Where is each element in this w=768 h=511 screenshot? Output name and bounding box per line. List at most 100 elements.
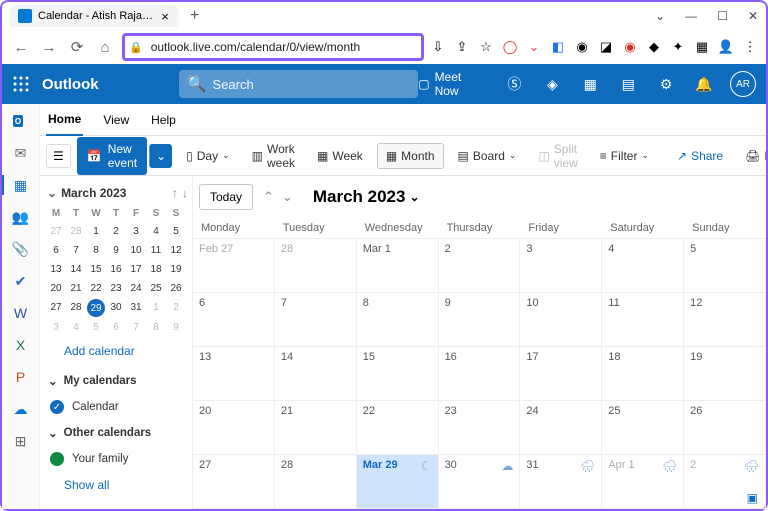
- mini-day-cell[interactable]: 2: [106, 223, 126, 240]
- day-cell[interactable]: 3: [520, 239, 602, 293]
- mini-day-cell[interactable]: 21: [66, 280, 86, 297]
- mini-day-cell[interactable]: 5: [166, 223, 186, 240]
- meet-now-button[interactable]: ▢ Meet Now: [418, 70, 488, 98]
- day-cell[interactable]: 4: [602, 239, 684, 293]
- mini-day-cell[interactable]: 2: [166, 299, 186, 317]
- mini-day-cell[interactable]: 24: [126, 280, 146, 297]
- address-bar[interactable]: 🔒: [122, 33, 424, 61]
- day-cell[interactable]: 19: [684, 347, 766, 401]
- rail-todo-icon[interactable]: ✔: [10, 270, 32, 292]
- day-cell[interactable]: 26: [684, 401, 766, 455]
- filter-button[interactable]: ≡Filter⌄: [592, 144, 657, 168]
- day-cell[interactable]: 15: [357, 347, 439, 401]
- mini-day-cell[interactable]: 13: [46, 261, 66, 278]
- day-cell[interactable]: 22: [357, 401, 439, 455]
- mini-day-cell[interactable]: 9: [106, 242, 126, 259]
- mini-day-cell[interactable]: 5: [86, 319, 106, 336]
- rail-mail-icon[interactable]: ✉: [10, 142, 32, 164]
- month-view-button[interactable]: ▦Month: [377, 143, 444, 169]
- extensions-icon[interactable]: ✦: [670, 39, 686, 55]
- mini-day-cell[interactable]: 31: [126, 299, 146, 317]
- mini-day-cell[interactable]: 17: [126, 261, 146, 278]
- mini-day-cell[interactable]: 22: [86, 280, 106, 297]
- prev-month-icon[interactable]: ↑: [172, 186, 178, 200]
- other-calendars-header[interactable]: ⌄Other calendars: [44, 418, 188, 448]
- day-cell[interactable]: 10: [520, 293, 602, 347]
- day-cell[interactable]: 9: [439, 293, 521, 347]
- mini-day-cell[interactable]: 6: [46, 242, 66, 259]
- ext-icon[interactable]: ◉: [622, 39, 638, 55]
- expand-icon[interactable]: ▣: [747, 491, 758, 505]
- show-all-link[interactable]: Show all: [44, 470, 188, 500]
- mini-day-cell[interactable]: 30: [106, 299, 126, 317]
- mini-day-cell[interactable]: 27: [46, 223, 66, 240]
- next-button[interactable]: ⌄: [282, 189, 293, 205]
- mini-day-cell[interactable]: 23: [106, 280, 126, 297]
- app-launcher-icon[interactable]: [2, 64, 40, 104]
- dropdown-icon[interactable]: ⌄: [655, 9, 665, 23]
- mini-day-cell[interactable]: 3: [126, 223, 146, 240]
- rail-powerpoint-icon[interactable]: P: [10, 366, 32, 388]
- profile-icon[interactable]: 👤: [718, 39, 734, 55]
- day-cell[interactable]: 14: [275, 347, 357, 401]
- day-cell[interactable]: 16: [439, 347, 521, 401]
- calendar-item[interactable]: Your family: [44, 448, 188, 470]
- settings-icon[interactable]: ⚙: [654, 72, 678, 96]
- browser-tab[interactable]: Calendar - Atish Rajasekharan - ×: [10, 5, 179, 27]
- url-input[interactable]: [147, 40, 421, 54]
- today-button[interactable]: Today: [199, 184, 253, 210]
- mini-day-cell[interactable]: 28: [66, 223, 86, 240]
- mini-day-cell[interactable]: 15: [86, 261, 106, 278]
- mini-day-cell[interactable]: 4: [66, 319, 86, 336]
- hamburger-button[interactable]: ☰: [46, 144, 71, 168]
- pocket-icon[interactable]: ⌄: [526, 39, 542, 55]
- ext-icon[interactable]: ◉: [574, 39, 590, 55]
- rail-people-icon[interactable]: 👥: [10, 206, 32, 228]
- mini-day-cell[interactable]: 11: [146, 242, 166, 259]
- minimize-icon[interactable]: —: [685, 9, 697, 23]
- mini-day-cell[interactable]: 27: [46, 299, 66, 317]
- avatar[interactable]: AR: [730, 71, 756, 97]
- menu-icon[interactable]: ⋮: [742, 39, 758, 55]
- rail-word-icon[interactable]: W: [10, 302, 32, 324]
- refresh-button[interactable]: ⟳: [66, 36, 88, 58]
- install-icon[interactable]: ⇩: [430, 39, 446, 55]
- day-cell[interactable]: 8: [357, 293, 439, 347]
- mini-day-cell[interactable]: 20: [46, 280, 66, 297]
- ext-icon[interactable]: ▦: [694, 39, 710, 55]
- day-cell[interactable]: 24: [520, 401, 602, 455]
- mini-day-cell[interactable]: 25: [146, 280, 166, 297]
- ext-icon[interactable]: ◆: [646, 39, 662, 55]
- mini-day-cell[interactable]: 7: [66, 242, 86, 259]
- ext-icon[interactable]: ◯: [502, 39, 518, 55]
- mini-day-cell[interactable]: 9: [166, 319, 186, 336]
- mini-day-cell[interactable]: 19: [166, 261, 186, 278]
- day-cell[interactable]: 31🌧: [520, 455, 602, 509]
- search-box[interactable]: 🔍: [179, 70, 419, 98]
- day-cell[interactable]: 18: [602, 347, 684, 401]
- day-cell[interactable]: 27: [193, 455, 275, 509]
- rail-outlook-icon[interactable]: O: [10, 110, 32, 132]
- day-cell[interactable]: 23: [439, 401, 521, 455]
- share-icon[interactable]: ⇪: [454, 39, 470, 55]
- notifications-icon[interactable]: 🔔: [692, 72, 716, 96]
- new-event-button[interactable]: 📅 New event: [77, 137, 147, 175]
- day-cell[interactable]: 6: [193, 293, 275, 347]
- tab-help[interactable]: Help: [149, 105, 178, 135]
- day-cell[interactable]: 17: [520, 347, 602, 401]
- mini-day-cell[interactable]: 29: [87, 299, 105, 317]
- skype-icon[interactable]: Ⓢ: [502, 72, 526, 96]
- close-tab-icon[interactable]: ×: [159, 10, 171, 22]
- mini-day-cell[interactable]: 28: [66, 299, 86, 317]
- rail-excel-icon[interactable]: X: [10, 334, 32, 356]
- mini-day-cell[interactable]: 1: [146, 299, 166, 317]
- premium-icon[interactable]: ◈: [540, 72, 564, 96]
- calendar-item[interactable]: ✓Calendar: [44, 396, 188, 418]
- mini-day-cell[interactable]: 3: [46, 319, 66, 336]
- day-cell[interactable]: 13: [193, 347, 275, 401]
- mini-day-cell[interactable]: 8: [86, 242, 106, 259]
- mini-day-cell[interactable]: 18: [146, 261, 166, 278]
- add-calendar-link[interactable]: Add calendar: [44, 336, 188, 366]
- rail-more-icon[interactable]: ⊞: [10, 430, 32, 452]
- mini-day-cell[interactable]: 14: [66, 261, 86, 278]
